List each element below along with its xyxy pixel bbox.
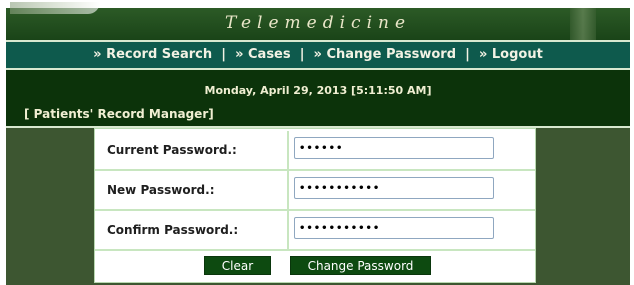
- confirm-password-label: Confirm Password.:: [107, 223, 239, 237]
- change-password-button[interactable]: Change Password: [290, 256, 431, 275]
- change-password-form: Current Password.: New Password.: Confir…: [94, 128, 536, 283]
- current-datetime: Monday, April 29, 2013 [5:11:50 AM]: [204, 84, 432, 97]
- button-row: Clear Change Password: [95, 251, 535, 281]
- label-cell: Current Password.:: [95, 131, 289, 169]
- content-area: Current Password.: New Password.: Confir…: [6, 128, 630, 285]
- nav-record-search-link[interactable]: » Record Search: [93, 47, 212, 62]
- confirm-password-input[interactable]: [294, 217, 494, 239]
- header-area: Monday, April 29, 2013 [5:11:50 AM] [ Pa…: [6, 70, 630, 126]
- page-frame: Telemedicine » Record Search | » Cases |…: [6, 0, 630, 285]
- new-password-row: New Password.:: [95, 171, 535, 211]
- app-banner: Telemedicine: [6, 2, 630, 42]
- nav-logout-link[interactable]: » Logout: [479, 47, 543, 62]
- nav-cases-link[interactable]: » Cases: [235, 47, 291, 62]
- new-password-label: New Password.:: [107, 183, 215, 197]
- section-title: [ Patients' Record Manager]: [24, 107, 214, 121]
- nav-change-password-link[interactable]: » Change Password: [314, 47, 456, 62]
- label-cell: New Password.:: [95, 171, 289, 209]
- nav-separator: |: [221, 47, 226, 62]
- current-password-input[interactable]: [294, 137, 494, 159]
- current-password-label: Current Password.:: [107, 143, 237, 157]
- nav-bar: » Record Search | » Cases | » Change Pas…: [6, 42, 630, 70]
- app-title: Telemedicine: [224, 13, 412, 33]
- nav-separator: |: [465, 47, 470, 62]
- clear-button[interactable]: Clear: [204, 256, 271, 275]
- current-password-row: Current Password.:: [95, 131, 535, 171]
- label-cell: Confirm Password.:: [95, 211, 289, 249]
- confirm-password-row: Confirm Password.:: [95, 211, 535, 251]
- banner-decoration: [570, 8, 596, 40]
- new-password-input[interactable]: [294, 177, 494, 199]
- nav-separator: |: [299, 47, 305, 62]
